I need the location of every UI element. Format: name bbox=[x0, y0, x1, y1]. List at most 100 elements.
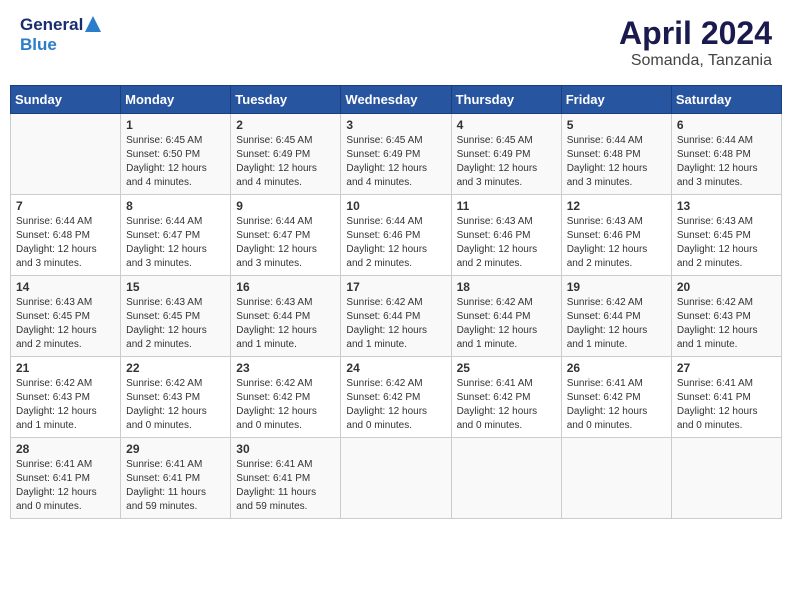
table-row: 27 Sunrise: 6:41 AMSunset: 6:41 PMDayligh… bbox=[671, 357, 781, 438]
day-info: Sunrise: 6:41 AMSunset: 6:41 PMDaylight:… bbox=[677, 377, 776, 433]
day-number: 9 bbox=[236, 199, 335, 213]
page-header: General Blue April 2024 Somanda, Tanzani… bbox=[10, 10, 782, 75]
calendar-week-row: 1 Sunrise: 6:45 AMSunset: 6:50 PMDaylight… bbox=[11, 114, 782, 195]
logo-general: General bbox=[20, 15, 83, 35]
day-number: 20 bbox=[677, 280, 776, 294]
day-number: 22 bbox=[126, 361, 225, 375]
table-row: 8 Sunrise: 6:44 AMSunset: 6:47 PMDaylight… bbox=[121, 195, 231, 276]
day-info: Sunrise: 6:42 AMSunset: 6:43 PMDaylight:… bbox=[16, 377, 115, 433]
day-number: 30 bbox=[236, 442, 335, 456]
day-info: Sunrise: 6:41 AMSunset: 6:41 PMDaylight:… bbox=[126, 458, 225, 514]
day-info: Sunrise: 6:44 AMSunset: 6:47 PMDaylight:… bbox=[126, 215, 225, 271]
col-sunday: Sunday bbox=[11, 86, 121, 114]
table-row: 22Sunrise: 6:42 AMSunset: 6:43 PMDayligh… bbox=[121, 357, 231, 438]
day-info: Sunrise: 6:42 AMSunset: 6:42 PMDaylight:… bbox=[236, 377, 335, 433]
day-info: Sunrise: 6:41 AMSunset: 6:41 PMDaylight:… bbox=[236, 458, 335, 514]
day-number: 13 bbox=[677, 199, 776, 213]
day-number: 19 bbox=[567, 280, 666, 294]
day-number: 21 bbox=[16, 361, 115, 375]
day-info: Sunrise: 6:44 AMSunset: 6:47 PMDaylight:… bbox=[236, 215, 335, 271]
table-row bbox=[11, 114, 121, 195]
day-number: 15 bbox=[126, 280, 225, 294]
table-row bbox=[671, 438, 781, 519]
table-row: 9 Sunrise: 6:44 AMSunset: 6:47 PMDaylight… bbox=[231, 195, 341, 276]
day-number: 28 bbox=[16, 442, 115, 456]
col-saturday: Saturday bbox=[671, 86, 781, 114]
table-row bbox=[451, 438, 561, 519]
col-thursday: Thursday bbox=[451, 86, 561, 114]
day-info: Sunrise: 6:41 AMSunset: 6:42 PMDaylight:… bbox=[457, 377, 556, 433]
location: Somanda, Tanzania bbox=[619, 52, 772, 70]
table-row: 13 Sunrise: 6:43 AMSunset: 6:45 PMDayligh… bbox=[671, 195, 781, 276]
col-monday: Monday bbox=[121, 86, 231, 114]
table-row: 17 Sunrise: 6:42 AMSunset: 6:44 PMDayligh… bbox=[341, 276, 451, 357]
table-row: 29 Sunrise: 6:41 AMSunset: 6:41 PMDayligh… bbox=[121, 438, 231, 519]
table-row: 12 Sunrise: 6:43 AMSunset: 6:46 PMDayligh… bbox=[561, 195, 671, 276]
day-number: 18 bbox=[457, 280, 556, 294]
day-number: 27 bbox=[677, 361, 776, 375]
table-row: 2 Sunrise: 6:45 AMSunset: 6:49 PMDaylight… bbox=[231, 114, 341, 195]
day-info: Sunrise: 6:42 AMSunset: 6:42 PMDaylight:… bbox=[346, 377, 445, 433]
day-number: 26 bbox=[567, 361, 666, 375]
day-info: Sunrise: 6:42 AMSunset: 6:44 PMDaylight:… bbox=[567, 296, 666, 352]
month-year: April 2024 bbox=[619, 15, 772, 52]
day-number: 5 bbox=[567, 118, 666, 132]
day-info: Sunrise: 6:41 AMSunset: 6:41 PMDaylight:… bbox=[16, 458, 115, 514]
day-number: 7 bbox=[16, 199, 115, 213]
day-number: 4 bbox=[457, 118, 556, 132]
table-row: 20 Sunrise: 6:42 AMSunset: 6:43 PMDayligh… bbox=[671, 276, 781, 357]
table-row: 7 Sunrise: 6:44 AMSunset: 6:48 PMDaylight… bbox=[11, 195, 121, 276]
day-info: Sunrise: 6:43 AMSunset: 6:45 PMDaylight:… bbox=[677, 215, 776, 271]
calendar-week-row: 21 Sunrise: 6:42 AMSunset: 6:43 PMDayligh… bbox=[11, 357, 782, 438]
day-info: Sunrise: 6:42 AMSunset: 6:44 PMDaylight:… bbox=[346, 296, 445, 352]
table-row: 24 Sunrise: 6:42 AMSunset: 6:42 PMDayligh… bbox=[341, 357, 451, 438]
table-row: 14Sunrise: 6:43 AMSunset: 6:45 PMDayligh… bbox=[11, 276, 121, 357]
title-section: April 2024 Somanda, Tanzania bbox=[619, 15, 772, 70]
logo-text: General Blue bbox=[20, 15, 101, 55]
day-number: 6 bbox=[677, 118, 776, 132]
day-info: Sunrise: 6:44 AMSunset: 6:48 PMDaylight:… bbox=[677, 134, 776, 190]
table-row: 28 Sunrise: 6:41 AMSunset: 6:41 PMDayligh… bbox=[11, 438, 121, 519]
day-number: 12 bbox=[567, 199, 666, 213]
table-row: 23 Sunrise: 6:42 AMSunset: 6:42 PMDayligh… bbox=[231, 357, 341, 438]
table-row: 6 Sunrise: 6:44 AMSunset: 6:48 PMDaylight… bbox=[671, 114, 781, 195]
day-info: Sunrise: 6:41 AMSunset: 6:42 PMDaylight:… bbox=[567, 377, 666, 433]
day-info: Sunrise: 6:45 AMSunset: 6:49 PMDaylight:… bbox=[457, 134, 556, 190]
day-info: Sunrise: 6:43 AMSunset: 6:44 PMDaylight:… bbox=[236, 296, 335, 352]
calendar-week-row: 28 Sunrise: 6:41 AMSunset: 6:41 PMDayligh… bbox=[11, 438, 782, 519]
day-number: 29 bbox=[126, 442, 225, 456]
day-info: Sunrise: 6:42 AMSunset: 6:43 PMDaylight:… bbox=[677, 296, 776, 352]
table-row: 11Sunrise: 6:43 AMSunset: 6:46 PMDayligh… bbox=[451, 195, 561, 276]
logo-blue: Blue bbox=[20, 35, 101, 55]
day-number: 14 bbox=[16, 280, 115, 294]
logo-triangle-icon bbox=[85, 16, 101, 32]
calendar-table: Sunday Monday Tuesday Wednesday Thursday… bbox=[10, 85, 782, 519]
day-number: 23 bbox=[236, 361, 335, 375]
table-row bbox=[561, 438, 671, 519]
day-number: 24 bbox=[346, 361, 445, 375]
day-number: 8 bbox=[126, 199, 225, 213]
table-row: 15Sunrise: 6:43 AMSunset: 6:45 PMDayligh… bbox=[121, 276, 231, 357]
col-wednesday: Wednesday bbox=[341, 86, 451, 114]
table-row: 26 Sunrise: 6:41 AMSunset: 6:42 PMDayligh… bbox=[561, 357, 671, 438]
day-number: 17 bbox=[346, 280, 445, 294]
calendar-header-row: Sunday Monday Tuesday Wednesday Thursday… bbox=[11, 86, 782, 114]
table-row: 16Sunrise: 6:43 AMSunset: 6:44 PMDayligh… bbox=[231, 276, 341, 357]
table-row: 19 Sunrise: 6:42 AMSunset: 6:44 PMDayligh… bbox=[561, 276, 671, 357]
table-row: 10Sunrise: 6:44 AMSunset: 6:46 PMDayligh… bbox=[341, 195, 451, 276]
day-number: 25 bbox=[457, 361, 556, 375]
table-row: 1 Sunrise: 6:45 AMSunset: 6:50 PMDaylight… bbox=[121, 114, 231, 195]
col-friday: Friday bbox=[561, 86, 671, 114]
table-row: 18Sunrise: 6:42 AMSunset: 6:44 PMDayligh… bbox=[451, 276, 561, 357]
table-row: 21 Sunrise: 6:42 AMSunset: 6:43 PMDayligh… bbox=[11, 357, 121, 438]
day-number: 10 bbox=[346, 199, 445, 213]
day-number: 1 bbox=[126, 118, 225, 132]
day-number: 2 bbox=[236, 118, 335, 132]
day-info: Sunrise: 6:44 AMSunset: 6:48 PMDaylight:… bbox=[16, 215, 115, 271]
day-info: Sunrise: 6:45 AMSunset: 6:49 PMDaylight:… bbox=[346, 134, 445, 190]
day-info: Sunrise: 6:44 AMSunset: 6:48 PMDaylight:… bbox=[567, 134, 666, 190]
day-info: Sunrise: 6:45 AMSunset: 6:49 PMDaylight:… bbox=[236, 134, 335, 190]
table-row: 25 Sunrise: 6:41 AMSunset: 6:42 PMDayligh… bbox=[451, 357, 561, 438]
day-info: Sunrise: 6:45 AMSunset: 6:50 PMDaylight:… bbox=[126, 134, 225, 190]
day-info: Sunrise: 6:43 AMSunset: 6:46 PMDaylight:… bbox=[567, 215, 666, 271]
